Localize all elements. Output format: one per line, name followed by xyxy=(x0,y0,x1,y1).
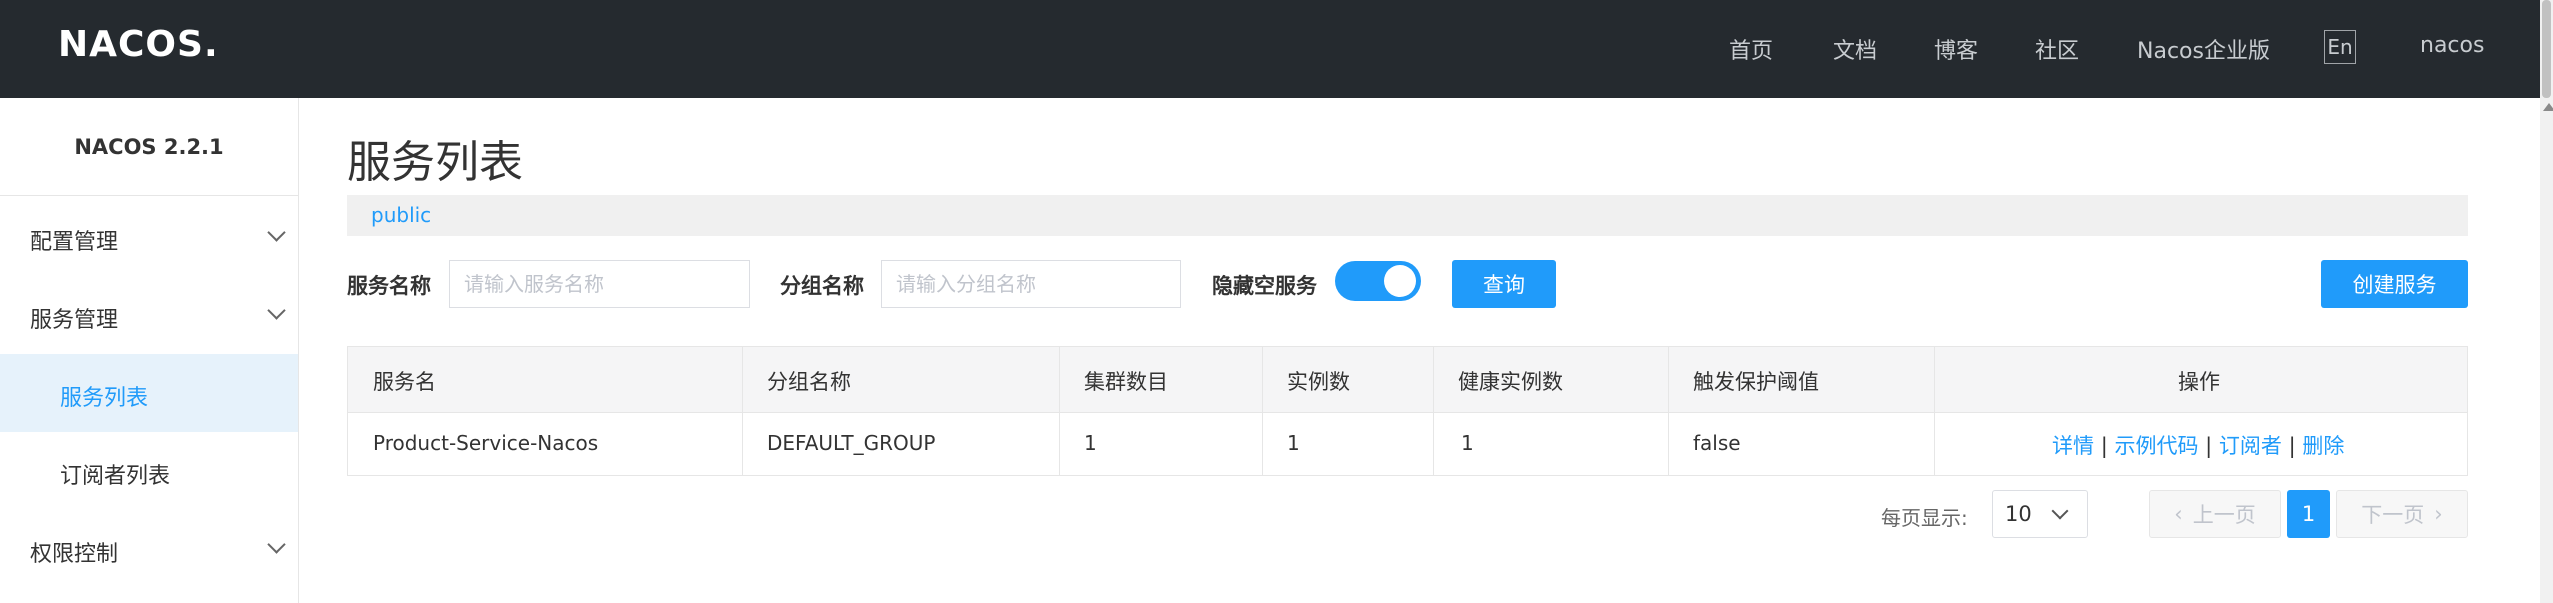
subscribers-link[interactable]: 订阅者 xyxy=(2219,434,2282,458)
toggle-knob xyxy=(1384,265,1416,297)
cell-clusters: 1 xyxy=(1084,431,1097,455)
user-menu[interactable]: nacos xyxy=(2420,33,2484,58)
separator: | xyxy=(2100,434,2108,458)
col-header-group: 分组名称 xyxy=(767,370,851,394)
cell-group: DEFAULT_GROUP xyxy=(767,431,936,455)
col-header-instances: 实例数 xyxy=(1287,370,1350,394)
column-divider xyxy=(1433,347,1434,475)
namespace-tab-public[interactable]: public xyxy=(371,203,431,227)
sidebar-item-label: 服务列表 xyxy=(60,386,149,411)
column-divider xyxy=(742,347,743,475)
sidebar-item-service-management[interactable]: 服务管理 xyxy=(0,276,298,354)
sidebar-item-service-list[interactable]: 服务列表 xyxy=(0,354,298,432)
sidebar-item-label: 服务管理 xyxy=(30,308,119,333)
column-divider xyxy=(1668,347,1669,475)
detail-link[interactable]: 详情 xyxy=(2052,434,2094,458)
sidebar-item-access-control[interactable]: 权限控制 xyxy=(0,510,298,588)
chevron-down-icon xyxy=(267,301,286,320)
query-button[interactable]: 查询 xyxy=(1452,260,1556,308)
col-header-healthy: 健康实例数 xyxy=(1458,370,1563,394)
page-size-value: 10 xyxy=(2005,502,2032,526)
chevron-left-icon: ‹ xyxy=(2174,502,2183,526)
next-page-button[interactable]: 下一页 › xyxy=(2336,490,2468,538)
sidebar-item-subscribers[interactable]: 订阅者列表 xyxy=(0,432,298,510)
nacos-logo[interactable]: NACOS. xyxy=(58,24,219,65)
nav-community[interactable]: 社区 xyxy=(2035,33,2079,65)
scrollbar-thumb[interactable] xyxy=(2542,0,2551,98)
group-name-label: 分组名称 xyxy=(780,274,864,298)
cell-threshold: false xyxy=(1693,431,1741,455)
chevron-down-icon xyxy=(267,535,286,554)
cell-healthy: 1 xyxy=(1461,431,1474,455)
version-label: NACOS 2.2.1 xyxy=(0,98,298,196)
sidebar-item-label: 订阅者列表 xyxy=(60,464,171,489)
service-name-input[interactable] xyxy=(449,260,750,308)
service-name-label: 服务名称 xyxy=(347,274,431,298)
page-size-label: 每页显示: xyxy=(1881,506,1968,530)
nav-enterprise[interactable]: Nacos企业版 xyxy=(2137,33,2270,65)
cell-instances: 1 xyxy=(1287,431,1300,455)
nav-blog[interactable]: 博客 xyxy=(1934,33,1978,65)
col-header-actions: 操作 xyxy=(2178,370,2220,394)
column-divider xyxy=(1059,347,1060,475)
prev-page-button[interactable]: ‹ 上一页 xyxy=(2149,490,2281,538)
column-divider xyxy=(1934,347,1935,475)
col-header-service: 服务名 xyxy=(373,370,436,394)
table-header xyxy=(348,347,2467,413)
cell-service: Product-Service-Nacos xyxy=(373,431,599,455)
col-header-threshold: 触发保护阈值 xyxy=(1693,370,1819,394)
chevron-down-icon xyxy=(267,223,286,242)
row-actions: 详情 | 示例代码 | 订阅者 | 删除 xyxy=(2052,430,2344,460)
sidebar-item-label: 配置管理 xyxy=(30,230,119,255)
separator: | xyxy=(2205,434,2213,458)
language-switch-button[interactable]: En xyxy=(2324,30,2356,64)
nav-docs[interactable]: 文档 xyxy=(1833,33,1877,65)
sidebar-item-config[interactable]: 配置管理 xyxy=(0,198,298,276)
scroll-up-arrow-icon[interactable] xyxy=(2543,103,2553,111)
sidebar-item-label: 权限控制 xyxy=(30,542,119,567)
group-name-input[interactable] xyxy=(881,260,1181,308)
namespace-bar xyxy=(347,195,2468,236)
page-1-button[interactable]: 1 xyxy=(2287,490,2330,538)
page-title: 服务列表 xyxy=(347,137,523,188)
chevron-right-icon: › xyxy=(2434,502,2443,526)
column-divider xyxy=(1262,347,1263,475)
sample-code-link[interactable]: 示例代码 xyxy=(2114,434,2198,458)
col-header-clusters: 集群数目 xyxy=(1084,370,1168,394)
next-page-label: 下一页 xyxy=(2361,503,2425,527)
separator: | xyxy=(2288,434,2296,458)
prev-page-label: 上一页 xyxy=(2192,503,2256,527)
nav-home[interactable]: 首页 xyxy=(1729,33,1773,65)
create-service-button[interactable]: 创建服务 xyxy=(2321,260,2468,308)
hide-empty-label: 隐藏空服务 xyxy=(1212,274,1317,298)
delete-link[interactable]: 删除 xyxy=(2302,434,2344,458)
